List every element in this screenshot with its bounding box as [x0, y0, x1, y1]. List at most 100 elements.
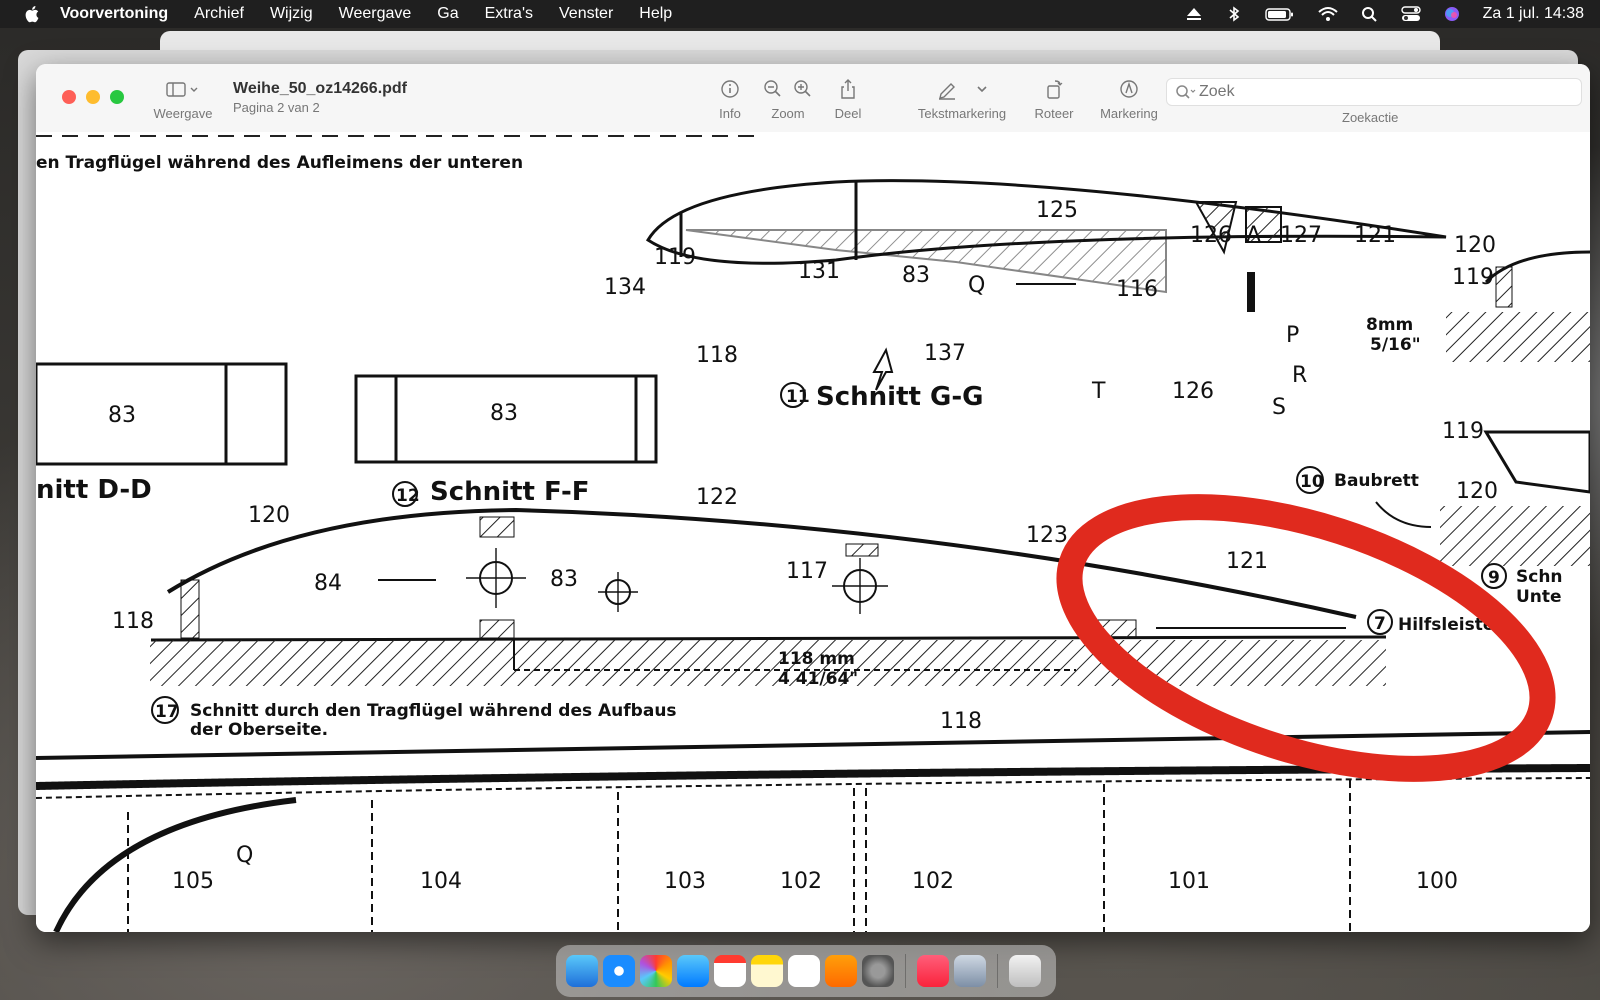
dock-separator-2	[997, 954, 998, 988]
mail-icon[interactable]	[677, 955, 709, 987]
sidebar-icon	[166, 82, 198, 97]
pdf-page[interactable]: en Tragflügel während des Aufleimens der…	[36, 132, 1590, 932]
label-121b: 121	[1226, 549, 1268, 574]
label-119b: 119	[654, 245, 696, 270]
info-label: Info	[719, 106, 741, 121]
label-A: A	[1246, 223, 1261, 248]
zoom-out-icon[interactable]	[763, 78, 783, 100]
eject-icon[interactable]	[1185, 6, 1203, 22]
menu-app-name[interactable]: Voorvertoning	[60, 5, 168, 23]
label-104: 104	[420, 869, 462, 894]
label-102b: 102	[912, 869, 954, 894]
rotate-button[interactable]: Roteer	[1026, 78, 1082, 121]
markup-button[interactable]: Markering	[1090, 78, 1168, 121]
info-button[interactable]: Info	[712, 78, 748, 121]
preview-window: Weergave Weihe_50_oz14266.pdf Pagina 2 v…	[36, 64, 1590, 932]
label-118a: 118	[696, 343, 738, 368]
calendar-icon[interactable]	[714, 955, 746, 987]
finder-icon[interactable]	[566, 955, 598, 987]
label-118b: 118	[112, 609, 154, 634]
notes-icon[interactable]	[751, 955, 783, 987]
zoom-controls[interactable]: Zoom	[760, 78, 816, 121]
bluetooth-icon[interactable]	[1225, 6, 1243, 22]
preview-icon[interactable]	[954, 955, 986, 987]
top-caption: en Tragflügel während des Aufleimens der…	[36, 153, 523, 173]
label-100: 100	[1416, 869, 1458, 894]
section-g-number: 11	[786, 387, 810, 407]
page-indicator: Pagina 2 van 2	[233, 100, 320, 115]
label-117: 117	[786, 559, 828, 584]
label-83c: 83	[490, 401, 518, 426]
battery-icon[interactable]	[1264, 6, 1295, 22]
reminders-icon[interactable]	[788, 955, 820, 987]
view-label: Weergave	[153, 106, 213, 121]
safari-icon[interactable]	[603, 955, 635, 987]
photos-icon[interactable]	[640, 955, 672, 987]
label-126a: 126	[1190, 223, 1232, 248]
share-label: Deel	[834, 106, 862, 121]
label-83b: 83	[108, 403, 136, 428]
zoom-window-button[interactable]	[110, 90, 124, 104]
search-label: Zoekactie	[1342, 110, 1399, 125]
menu-ga[interactable]: Ga	[437, 5, 458, 23]
label-116: 116	[1116, 277, 1158, 302]
label-Q2: Q	[236, 843, 253, 868]
search-field[interactable]	[1166, 78, 1582, 106]
background-window[interactable]	[160, 31, 1440, 51]
control-center-icon[interactable]	[1400, 6, 1421, 22]
label-126b: 126	[1172, 379, 1214, 404]
label-T: T	[1091, 379, 1106, 404]
document-title: Weihe_50_oz14266.pdf	[233, 80, 408, 97]
view-button[interactable]: Weergave	[150, 78, 216, 121]
system-settings-icon[interactable]	[862, 955, 894, 987]
menu-bar: Voorvertoning Archief Wijzig Weergave Ga…	[0, 0, 1600, 28]
close-button[interactable]	[62, 90, 76, 104]
label-S: S	[1272, 395, 1286, 420]
chevron-down-icon[interactable]	[976, 78, 988, 100]
section-d-title: nitt D-D	[36, 475, 152, 505]
hilfsleiste-number: 7	[1374, 614, 1386, 634]
menu-venster[interactable]: Venster	[559, 5, 613, 23]
wifi-icon[interactable]	[1317, 6, 1339, 22]
zoom-label: Zoom	[771, 106, 805, 121]
menu-weergave[interactable]: Weergave	[339, 5, 412, 23]
highlight-button[interactable]: Tekstmarkering	[910, 78, 1014, 121]
label-120c: 120	[248, 503, 290, 528]
markup-icon	[1120, 80, 1138, 98]
rotate-label: Roteer	[1034, 106, 1074, 121]
label-Q: Q	[968, 273, 985, 298]
fig17-caption-line1: Schnitt durch den Tragflügel während des…	[190, 701, 677, 721]
label-121a: 121	[1354, 223, 1396, 248]
menu-help[interactable]: Help	[639, 5, 672, 23]
label-120b: 120	[1456, 479, 1498, 504]
label-127: 127	[1280, 223, 1322, 248]
trash-icon[interactable]	[1009, 955, 1041, 987]
label-134: 134	[604, 275, 646, 300]
label-103: 103	[664, 869, 706, 894]
dim-inches: 4 41/64"	[778, 669, 858, 689]
zoom-in-icon[interactable]	[793, 78, 813, 100]
menubar-clock[interactable]: Za 1 jul. 14:38	[1483, 5, 1584, 23]
label-120a: 120	[1454, 233, 1496, 258]
baubrett-number: 10	[1300, 472, 1324, 492]
share-button[interactable]: Deel	[830, 78, 866, 121]
right-num9: 9	[1488, 568, 1500, 588]
label-125: 125	[1036, 198, 1078, 223]
label-101: 101	[1168, 869, 1210, 894]
minimize-button[interactable]	[86, 90, 100, 104]
books-icon[interactable]	[825, 955, 857, 987]
music-icon[interactable]	[917, 955, 949, 987]
dim-8mm: 8mm	[1366, 315, 1413, 335]
menu-wijzig[interactable]: Wijzig	[270, 5, 313, 23]
search-icon	[1176, 85, 1196, 99]
apple-icon[interactable]	[24, 5, 42, 23]
siri-icon[interactable]	[1443, 6, 1461, 22]
label-118c: 118	[940, 709, 982, 734]
menu-archief[interactable]: Archief	[194, 5, 244, 23]
search-input[interactable]	[1197, 82, 1571, 102]
spotlight-search-icon[interactable]	[1361, 6, 1379, 22]
label-131: 131	[798, 259, 840, 284]
label-83a: 83	[902, 263, 930, 288]
share-icon	[841, 79, 855, 99]
menu-extras[interactable]: Extra's	[485, 5, 533, 23]
